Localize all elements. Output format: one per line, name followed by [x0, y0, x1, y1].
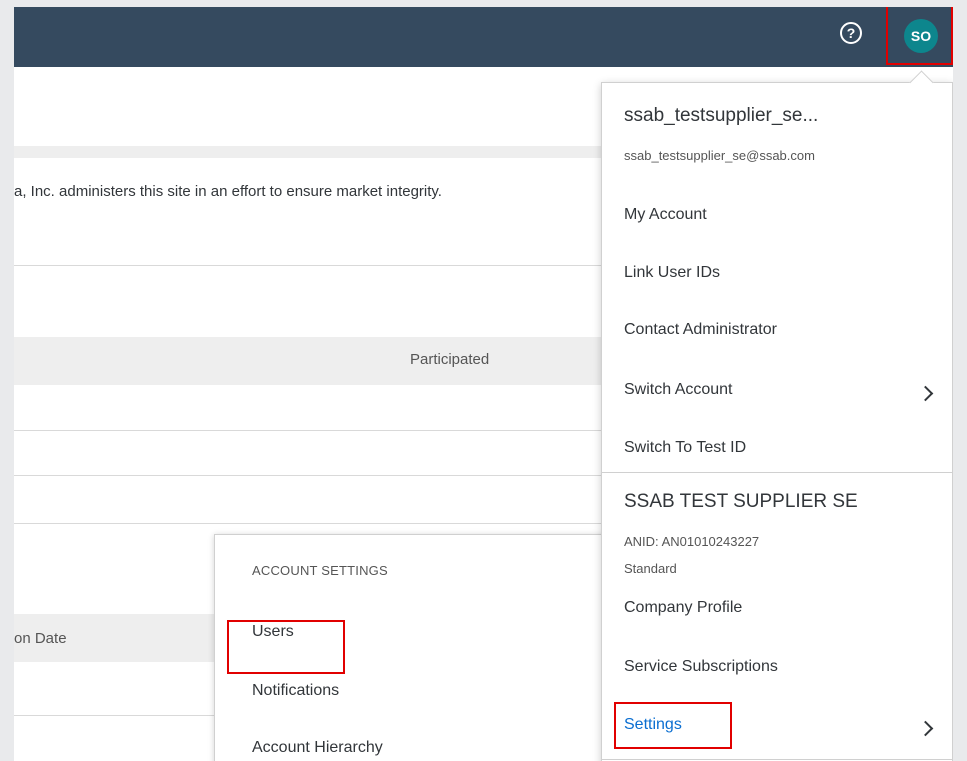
menu-item-my-account[interactable]: My Account: [624, 206, 707, 224]
company-anid: ANID: AN01010243227: [624, 534, 760, 549]
user-dropdown-menu: ssab_testsupplier_se... ssab_testsupplie…: [601, 70, 953, 761]
menu-separator: [602, 472, 952, 473]
user-avatar-button[interactable]: SO: [904, 19, 938, 53]
table-row-divider: [14, 430, 614, 431]
account-settings-submenu: ACCOUNT SETTINGS Users Notifications Acc…: [214, 534, 614, 761]
chevron-right-icon: [917, 385, 934, 402]
column-header-date: on Date: [14, 630, 67, 647]
account-settings-title: ACCOUNT SETTINGS: [252, 563, 388, 578]
user-name: ssab_testsupplier_se...: [624, 105, 819, 126]
menu-item-link-user-ids[interactable]: Link User IDs: [624, 264, 720, 282]
app-frame: ? SO a, Inc. administers this site in an…: [14, 7, 953, 761]
dropdown-caret: [909, 70, 934, 95]
user-email: ssab_testsupplier_se@ssab.com: [624, 148, 815, 163]
menu-item-company-profile[interactable]: Company Profile: [624, 599, 742, 617]
market-integrity-notice: a, Inc. administers this site in an effo…: [14, 183, 442, 200]
menu-item-service-subscriptions[interactable]: Service Subscriptions: [624, 658, 778, 676]
table-row-divider: [14, 475, 614, 476]
company-plan: Standard: [624, 561, 677, 576]
column-header-participated: Participated: [410, 351, 490, 368]
company-name: SSAB TEST SUPPLIER SE: [624, 491, 858, 512]
submenu-item-notifications[interactable]: Notifications: [252, 682, 339, 700]
top-navigation-bar: ? SO: [14, 7, 953, 67]
page-gray-band-1: [14, 146, 614, 158]
menu-item-contact-administrator[interactable]: Contact Administrator: [624, 321, 777, 339]
divider: [14, 265, 614, 266]
menu-item-settings[interactable]: Settings: [624, 716, 682, 734]
table-header-band: [14, 337, 614, 385]
submenu-item-account-hierarchy[interactable]: Account Hierarchy: [252, 739, 383, 757]
menu-item-switch-to-test-id[interactable]: Switch To Test ID: [624, 439, 746, 457]
menu-item-switch-account[interactable]: Switch Account: [624, 381, 733, 399]
table-row-divider: [14, 523, 614, 524]
question-circle-icon[interactable]: ?: [840, 22, 862, 44]
menu-separator: [602, 759, 952, 760]
submenu-item-users[interactable]: Users: [252, 623, 294, 641]
chevron-right-icon: [917, 720, 934, 737]
